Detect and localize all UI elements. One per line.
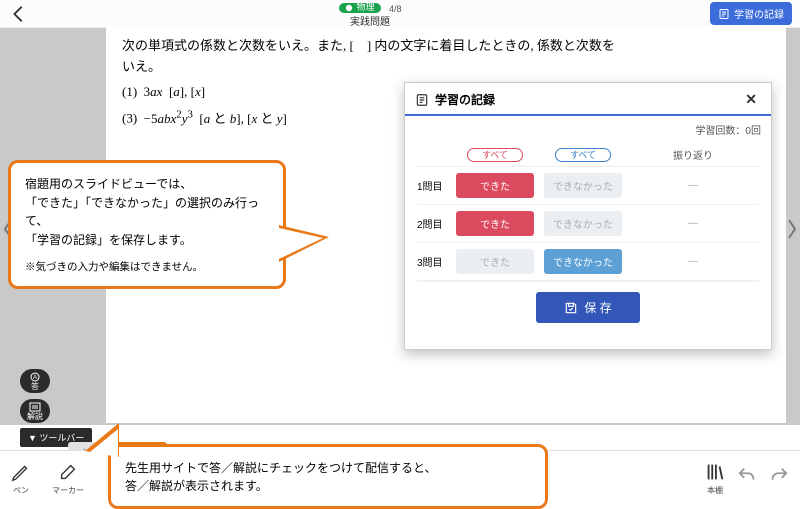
record-panel-title: 学習の記録 xyxy=(435,91,495,108)
answer-toggle-label: 答 xyxy=(31,383,39,391)
save-button[interactable]: 保 存 xyxy=(536,292,639,323)
problem-line2: いえ。 xyxy=(122,59,161,74)
svg-text:A: A xyxy=(33,375,37,381)
select-all-ok[interactable]: すべて xyxy=(467,148,523,162)
row-3-review: — xyxy=(627,256,759,267)
note-icon xyxy=(415,93,429,107)
callout1-note: ※気づきの入力や編集はできません。 xyxy=(25,259,269,275)
save-button-label: 保 存 xyxy=(584,299,611,316)
q3-number: (3) xyxy=(122,111,137,126)
row-2-ng-button[interactable]: できなかった xyxy=(544,211,622,236)
marker-icon xyxy=(57,461,79,483)
back-arrow-icon[interactable] xyxy=(8,3,30,25)
subject-tag-label: 物理 xyxy=(357,3,375,13)
row-3-ok-button[interactable]: できた xyxy=(456,249,534,274)
callout2-line2: 答／解説が表示されます。 xyxy=(125,477,531,496)
problem-line1: 次の単項式の係数と次数をいえ。また, [ ] 内の文字に着目したときの, 係数と… xyxy=(122,38,615,53)
save-icon xyxy=(564,301,578,315)
undo-button[interactable] xyxy=(736,465,758,492)
redo-button[interactable] xyxy=(768,465,790,492)
subject-tag: 物理 xyxy=(339,3,381,13)
close-icon[interactable]: ✕ xyxy=(741,91,761,108)
row-3-ng-button[interactable]: できなかった xyxy=(544,249,622,274)
study-count-label: 学習回数：0回 xyxy=(405,116,771,137)
answer-icon: A xyxy=(29,372,41,382)
bookshelf-button[interactable]: 本棚 xyxy=(704,461,726,496)
bookshelf-label: 本棚 xyxy=(707,485,723,496)
q1-number: (1) xyxy=(122,84,137,99)
row-1-ng-button[interactable]: できなかった xyxy=(544,173,622,198)
next-slide-button[interactable] xyxy=(787,218,797,240)
callout-teacher-info: 先生用サイトで答／解説にチェックをつけて配信すると、 答／解説が表示されます。 xyxy=(108,444,548,509)
pen-tool-label: ペン xyxy=(13,485,29,496)
answer-toggle-button[interactable]: A 答 xyxy=(20,369,50,393)
row-1-label: 1問目 xyxy=(417,178,451,193)
row-3-label: 3問目 xyxy=(417,254,451,269)
record-button-label: 学習の記録 xyxy=(734,6,784,21)
marker-tool-label: マーカー xyxy=(52,485,84,496)
page-counter: 4/8 xyxy=(389,4,402,14)
explanation-toggle-label: 解説 xyxy=(27,413,43,421)
callout2-line1: 先生用サイトで答／解説にチェックをつけて配信すると、 xyxy=(125,459,531,478)
callout1-line2: 「できた」「できなかった」の選択のみ行って、 xyxy=(25,194,269,231)
select-all-ng[interactable]: すべて xyxy=(555,148,611,162)
row-2-review: — xyxy=(627,218,759,229)
pen-tool[interactable]: ペン xyxy=(10,461,32,496)
row-1-ok-button[interactable]: できた xyxy=(456,173,534,198)
review-column-header: 振り返り xyxy=(627,147,759,162)
side-tool-buttons: A 答 解説 xyxy=(20,369,50,423)
explanation-icon xyxy=(29,402,41,412)
bookshelf-icon xyxy=(704,461,726,483)
explanation-toggle-button[interactable]: 解説 xyxy=(20,399,50,423)
open-record-button[interactable]: 学習の記録 xyxy=(710,2,792,25)
note-icon xyxy=(718,8,730,20)
page-title-block: 物理 4/8 実践問題 xyxy=(339,0,402,28)
row-2-ok-button[interactable]: できた xyxy=(456,211,534,236)
callout1-line3: 「学習の記録」を保存します。 xyxy=(25,231,269,250)
q3-expression: −5abx2y3 [a と b], [x と y] xyxy=(144,111,287,126)
marker-tool[interactable]: マーカー xyxy=(52,461,84,496)
study-record-panel: 学習の記録 ✕ 学習回数：0回 すべて すべて 振り返り 1問目 できた できな… xyxy=(404,82,772,350)
callout1-line1: 宿題用のスライドビューでは、 xyxy=(25,175,269,194)
pen-icon xyxy=(10,461,32,483)
callout-homework-info: 宿題用のスライドビューでは、 「できた」「できなかった」の選択のみ行って、 「学… xyxy=(8,160,286,289)
row-2-label: 2問目 xyxy=(417,216,451,231)
row-1-review: — xyxy=(627,180,759,191)
q1-expression: 3ax [a], [x] xyxy=(144,84,205,99)
